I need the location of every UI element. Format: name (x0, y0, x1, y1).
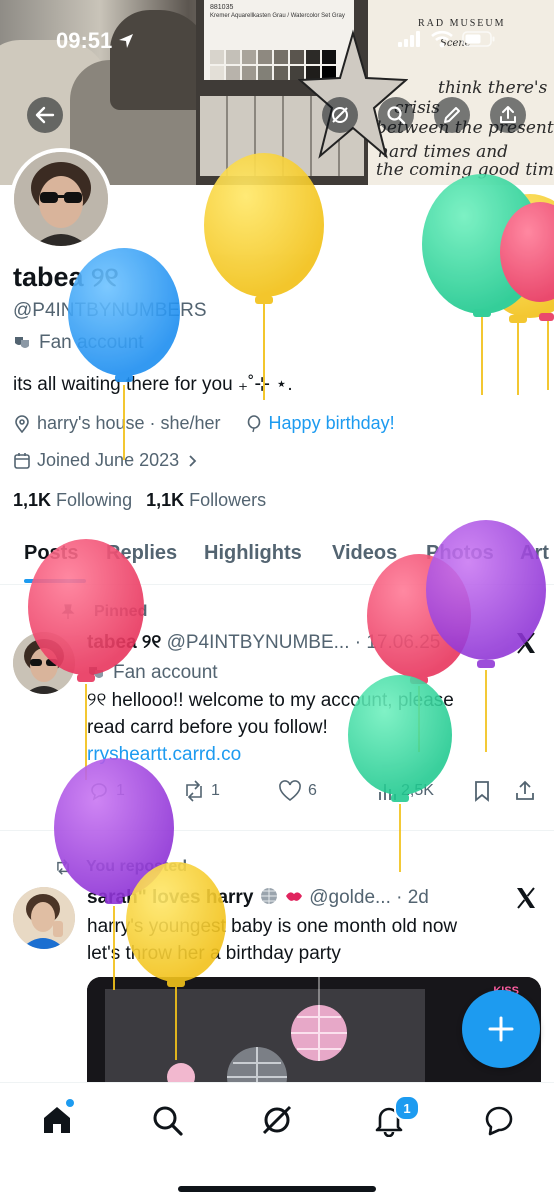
share-icon[interactable] (514, 780, 536, 802)
share-profile-button[interactable] (490, 97, 526, 133)
grok-icon (332, 107, 348, 123)
balloon-right-cluster (422, 174, 554, 395)
notification-badge: 1 (394, 1095, 420, 1121)
kiss-icon (285, 892, 302, 901)
back-button[interactable] (27, 97, 63, 133)
masks-icon (89, 666, 103, 678)
search-icon (387, 106, 406, 125)
profile-bio: its all waiting there for you ₊˚⊹ ⋆. (13, 374, 293, 395)
heart-icon[interactable] (278, 780, 302, 802)
battery-icon (462, 31, 495, 47)
tab-highlights[interactable]: Highlights (204, 542, 302, 565)
pencil-icon (444, 107, 460, 123)
bookmark-icon[interactable] (472, 780, 492, 802)
search-icon (153, 1106, 183, 1136)
pinned-post-avatar[interactable] (13, 632, 75, 694)
profile-location: harry's house · she/her (37, 413, 221, 433)
nav-notifications[interactable]: 1 (372, 1095, 420, 1142)
profile-joined[interactable]: Joined June 2023 (13, 450, 199, 471)
repost-text: harry's youngest baby is one month old n… (87, 916, 458, 964)
grok-button[interactable] (322, 97, 358, 133)
search-profile-button[interactable] (378, 97, 414, 133)
x-logo-icon[interactable] (514, 886, 538, 910)
home-indicator (178, 1186, 376, 1192)
share-icon (500, 106, 516, 123)
nav-home[interactable] (40, 1099, 74, 1142)
balloon-yellow (204, 153, 324, 400)
home-unread-dot (66, 1099, 74, 1107)
profile-handle: @P4INTBYNUMBERS (13, 300, 207, 321)
disco-ball-icon (260, 888, 277, 904)
status-icons (398, 30, 496, 48)
signal-icon (398, 31, 420, 47)
balloon-icon (247, 414, 260, 432)
nav-search[interactable] (150, 1103, 184, 1142)
status-time: 09:51 (56, 28, 134, 54)
repost-header: sarah" loves harry @golde... · 2d (87, 884, 429, 911)
plus-icon (488, 1016, 514, 1042)
x-logo-icon[interactable] (514, 631, 538, 655)
pinned-post-actions: 1 1 6 2,5K (0, 780, 554, 804)
tab-art[interactable]: Art (520, 542, 549, 565)
profile-meta: harry's house · she/her Happy birthday! (13, 413, 395, 434)
active-tab-indicator (24, 579, 86, 583)
messages-icon (485, 1106, 513, 1136)
pinned-post-link[interactable]: rrysheartt.carrd.co (87, 741, 454, 768)
home-icon (44, 1107, 70, 1133)
follow-stats: 1,1K Following 1,1K Followers (13, 490, 266, 511)
pinned-indicator: Pinned (60, 603, 147, 621)
back-arrow-icon (35, 106, 55, 124)
nav-grok[interactable] (260, 1103, 294, 1142)
location-icon (15, 414, 29, 433)
reposted-indicator: You reposted (54, 858, 187, 876)
repost-avatar[interactable] (13, 887, 75, 949)
profile-birthday[interactable]: Happy birthday! (269, 413, 395, 434)
calendar-icon (14, 452, 30, 469)
tab-photos[interactable]: Photos (426, 542, 494, 565)
grok-icon (262, 1105, 292, 1135)
compose-post-button[interactable] (462, 990, 540, 1068)
tab-posts[interactable]: Posts (24, 542, 78, 565)
star-decoration (298, 29, 408, 159)
profile-category: Fan account (13, 332, 144, 354)
tab-videos[interactable]: Videos (332, 542, 397, 565)
pin-icon (61, 604, 75, 619)
nav-messages[interactable] (482, 1103, 516, 1142)
repost-icon[interactable] (182, 780, 206, 802)
pinned-post-handle-date: @P4INTBYNUMBE... · 17.06.25 (166, 632, 441, 653)
profile-name: tabea ୨୧ (13, 262, 119, 292)
repost-count: 1 (211, 782, 220, 799)
chevron-right-icon (189, 454, 197, 467)
pinned-post-header: tabea ୨୧ @P4INTBYNUMBE... · 17.06.25 (87, 629, 440, 656)
profile-tabs: Posts Replies Highlights Videos Photos A… (0, 530, 554, 585)
pinned-post-author[interactable]: tabea ୨୧ (87, 632, 161, 653)
view-count: 2,5K (401, 782, 434, 799)
wifi-icon (431, 30, 453, 48)
like-count: 6 (308, 782, 317, 799)
reply-icon[interactable] (88, 780, 110, 802)
followers-link[interactable]: 1,1K Followers (146, 490, 266, 511)
repost-author[interactable]: sarah" loves harry (87, 887, 253, 908)
edit-button[interactable] (434, 97, 470, 133)
masks-icon (15, 337, 29, 348)
bottom-navigation: 1 (0, 1082, 554, 1201)
profile-avatar[interactable] (10, 148, 112, 250)
pinned-post-text: ୨୧ hellooo!! welcome to my account, plea… (87, 687, 454, 768)
repost-icon (57, 859, 69, 875)
pinned-post-badge: Fan account (87, 659, 218, 686)
location-arrow-icon (119, 34, 134, 48)
views-icon[interactable] (376, 780, 398, 802)
post-divider (0, 830, 554, 831)
reply-count: 1 (116, 782, 125, 799)
tab-replies[interactable]: Replies (106, 542, 177, 565)
repost-handle-date: @golde... · 2d (309, 887, 429, 908)
following-link[interactable]: 1,1K Following (13, 490, 132, 511)
